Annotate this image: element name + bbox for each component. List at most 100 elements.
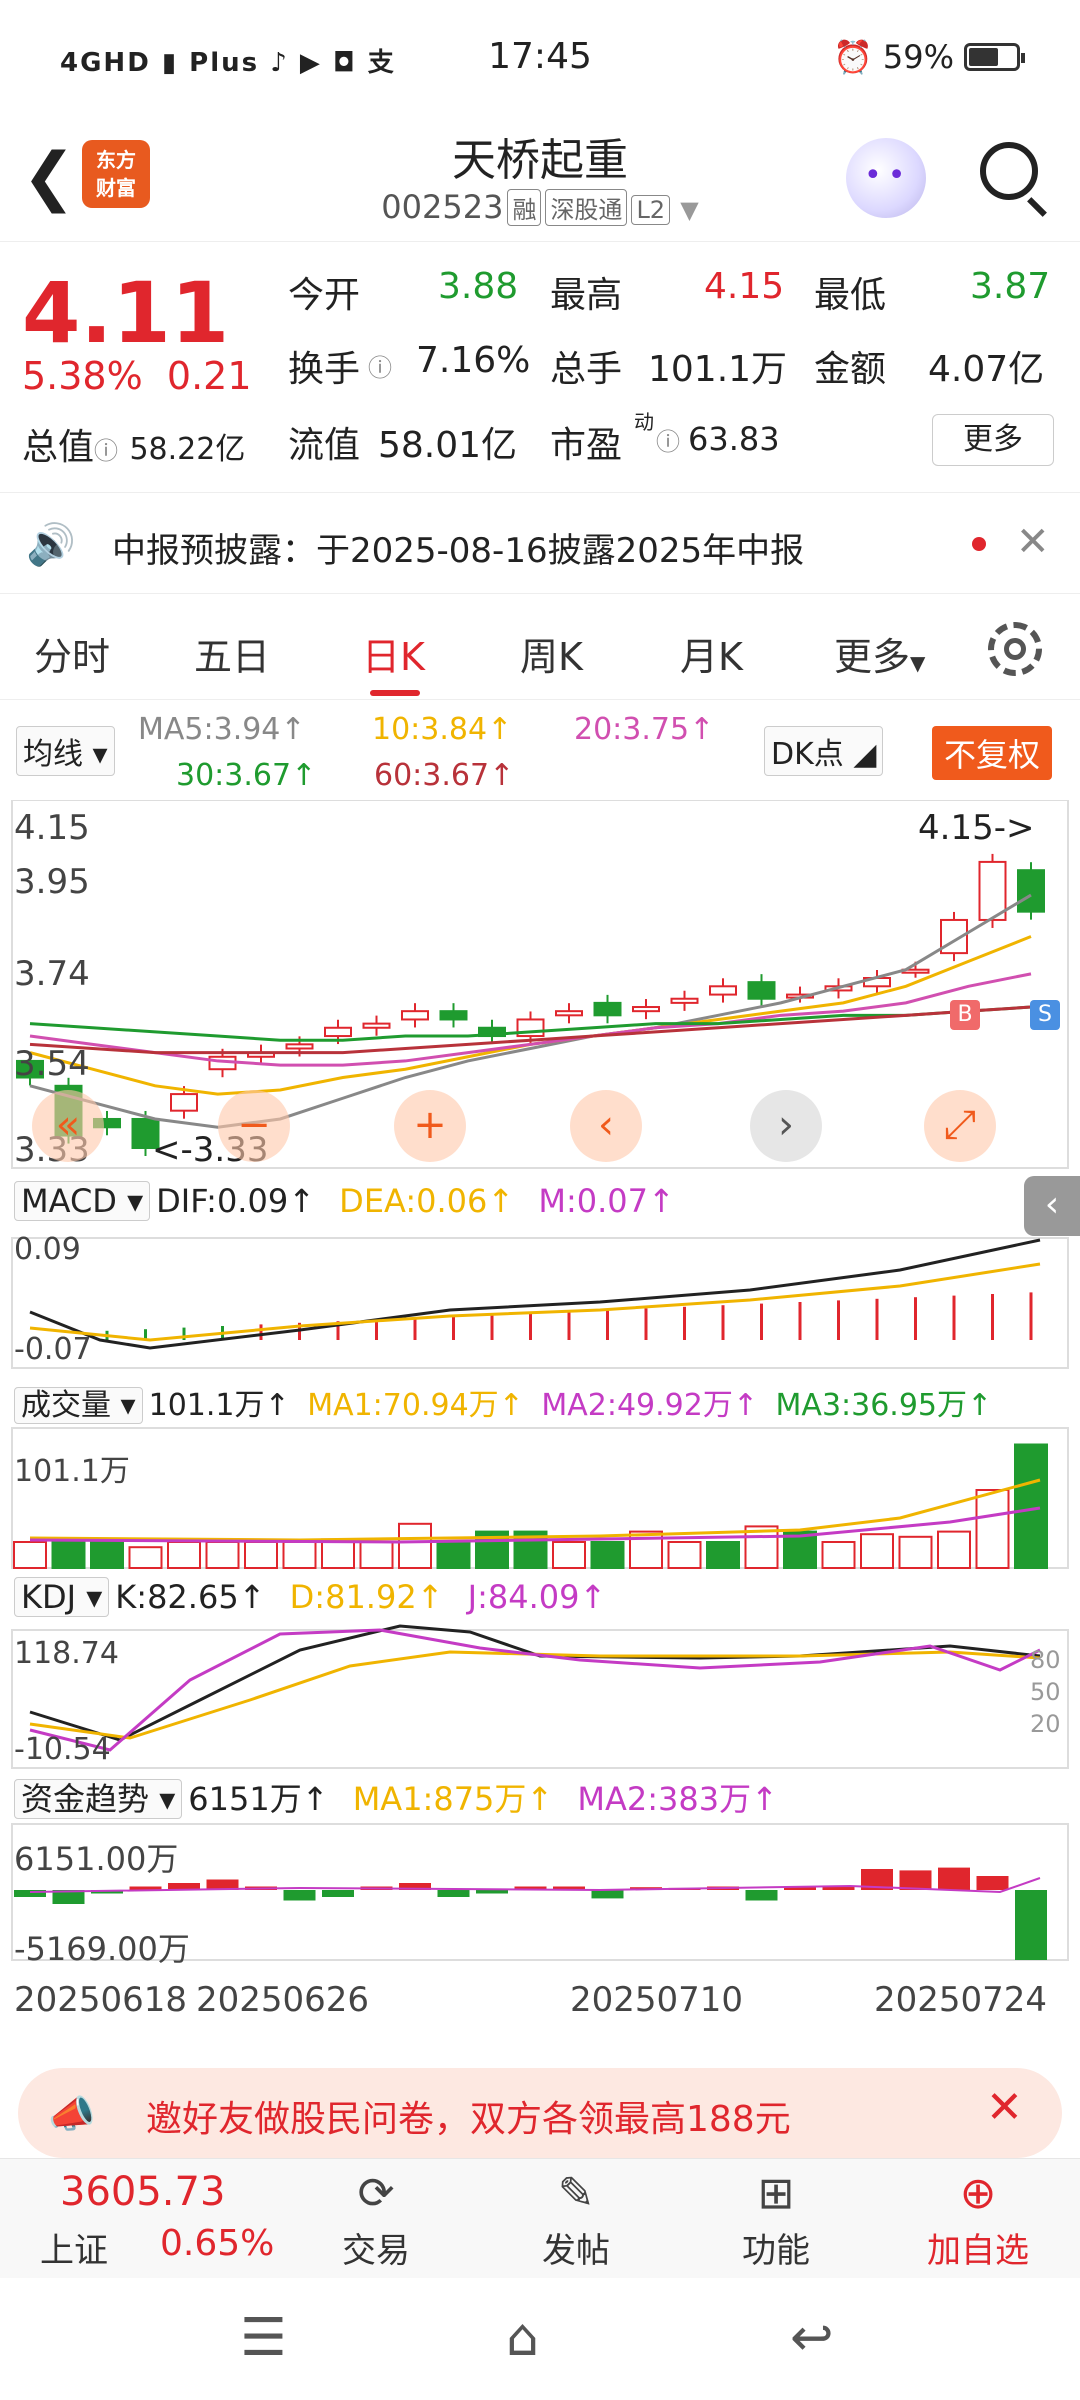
date-label-2: 20250626 — [196, 1980, 370, 2020]
close-icon[interactable]: ✕ — [986, 2082, 1023, 2133]
kdj-j-line — [29, 1628, 1041, 1752]
kdj-selector[interactable]: KDJ ▾ — [14, 1577, 110, 1617]
assistant-robot-icon[interactable] — [846, 138, 926, 218]
battery-percent: 59% — [882, 38, 954, 76]
nav-functions[interactable]: ⊞ 功能 — [716, 2165, 836, 2272]
tab-more[interactable]: 更多▼ — [834, 626, 925, 681]
speaker-icon: 🔊 — [26, 522, 76, 568]
promo-banner[interactable]: 📣 邀好友做股民问卷，双方各领最高188元 ✕ — [18, 2068, 1062, 2158]
chevron-right-icon[interactable]: › — [750, 1090, 822, 1162]
volume-bar — [898, 1535, 933, 1569]
zoom-out-icon[interactable]: − — [218, 1090, 290, 1162]
volume-legend: 成交量 ▾ 101.1万↑ MA1:70.94万↑ MA2:49.92万↑ MA3… — [14, 1380, 992, 1424]
tab-weekly-k[interactable]: 周K — [520, 626, 583, 681]
battery-icon — [964, 43, 1025, 71]
home-icon[interactable]: ⌂ — [506, 2308, 539, 2368]
volume-bar — [205, 1541, 240, 1569]
volume-bar — [937, 1530, 971, 1569]
sell-marker: S — [1030, 1000, 1060, 1030]
volume-bar — [398, 1522, 432, 1569]
quote-panel: 4.11 5.38% 0.21 总值ⓘ 58.22亿 今开 3.88 最高 4.… — [0, 242, 1080, 492]
kline-candle — [401, 1010, 429, 1021]
bottom-toolbar: 3605.73 上证 0.65% ⟳ 交易 ✎ 发帖 ⊞ 功能 ⊕ 加自选 — [0, 2158, 1080, 2278]
tag-l2: L2 — [631, 195, 671, 225]
stock-code: 002523 — [381, 188, 504, 226]
volume-bar — [706, 1541, 740, 1569]
volume-selector[interactable]: 成交量 ▾ — [14, 1387, 143, 1424]
volume-bar — [321, 1538, 355, 1570]
kline-candle — [747, 981, 776, 1000]
ma-selector[interactable]: 均线 ▾ — [16, 726, 115, 776]
nav-trade[interactable]: ⟳ 交易 — [316, 2165, 436, 2272]
chart-area[interactable]: 4.15 3.95 3.74 3.54 3.33 4.15-> <-3.33 B… — [0, 800, 1080, 2060]
active-tab-underline — [370, 690, 420, 696]
adjust-button[interactable]: 不复权 — [932, 726, 1053, 780]
macd-axis-top: 0.09 — [14, 1232, 81, 1267]
kdj-level-20: 20 — [1030, 1710, 1061, 1738]
ma-legend: 均线 ▾ MA5:3.94↑ 10:3.84↑ 20:3.75↑ 30:3.67… — [0, 704, 1080, 800]
fund-selector[interactable]: 资金趋势 ▾ — [14, 1779, 183, 1819]
close-icon[interactable]: ✕ — [1016, 519, 1050, 565]
fund-bar — [899, 1870, 932, 1890]
volume-bar — [821, 1541, 856, 1569]
kdj-level-50: 50 — [1030, 1678, 1061, 1706]
kline-candle — [1017, 869, 1045, 913]
plus-circle-icon: ⊕ — [959, 2168, 997, 2219]
search-icon[interactable] — [980, 142, 1038, 200]
amount-value: 4.07亿 — [928, 349, 1045, 390]
index-change: 0.65% — [160, 2223, 275, 2264]
high-value: 4.15 — [704, 266, 785, 307]
menu-icon[interactable]: ☰ — [240, 2308, 287, 2368]
unread-dot — [972, 537, 986, 551]
gear-icon[interactable] — [988, 622, 1042, 676]
nav-post[interactable]: ✎ 发帖 — [516, 2165, 636, 2272]
volume-bar — [436, 1541, 471, 1569]
date-label-4: 20250724 — [874, 1980, 1048, 2020]
kdj-level-80: 80 — [1030, 1646, 1061, 1674]
panel-collapse-tab[interactable]: ‹ — [1024, 1176, 1080, 1236]
megaphone-icon: 📣 — [48, 2092, 96, 2136]
chevron-left-icon[interactable]: ‹ — [570, 1090, 642, 1162]
fund-bar — [1015, 1890, 1047, 1960]
tab-monthly-k[interactable]: 月K — [680, 626, 743, 681]
tab-five-day[interactable]: 五日 — [194, 626, 270, 681]
macd-legend: MACD ▾ DIF:0.09↑ DEA:0.06↑ M:0.07↑ — [14, 1181, 675, 1221]
scroll-left-far-icon[interactable]: « — [32, 1090, 104, 1162]
kline-candle — [555, 1010, 583, 1017]
status-right: ⏰ 59% — [833, 38, 1025, 76]
total-value[interactable]: 总值ⓘ 58.22亿 — [22, 418, 245, 470]
price-change: 5.38% 0.21 — [22, 354, 252, 398]
tab-daily-k[interactable]: 日K — [362, 626, 425, 681]
low-value: 3.87 — [970, 266, 1051, 307]
open-value: 3.88 — [438, 266, 519, 307]
volume-bar — [90, 1541, 124, 1569]
volume-bar — [590, 1541, 625, 1569]
volume-bar — [244, 1541, 278, 1569]
dk-selector[interactable]: DK点 ◢ — [764, 726, 884, 776]
volume-bar — [13, 1541, 47, 1569]
back-nav-icon[interactable]: ↩ — [790, 2308, 834, 2368]
edit-icon: ✎ — [557, 2168, 595, 2219]
more-button[interactable]: 更多 — [932, 414, 1054, 466]
kline-candle — [593, 1001, 622, 1017]
fullscreen-icon[interactable]: ⤢ — [924, 1090, 996, 1162]
nav-add-watchlist[interactable]: ⊕ 加自选 — [918, 2165, 1038, 2272]
tag-margin: 融 — [507, 189, 542, 226]
fund-bar — [283, 1890, 316, 1901]
fund-bar — [437, 1890, 470, 1897]
status-bar: 4GHD ▮ Plus ♪ ▶ ◘ 支 17:45 ⏰ 59% — [0, 0, 1080, 120]
kline-candle — [285, 1043, 314, 1050]
float-value: 58.01亿 — [378, 425, 518, 466]
turnover-value: 7.16% — [416, 340, 531, 381]
kdj-axis-top: 118.74 — [14, 1636, 119, 1671]
index-value: 3605.73 — [60, 2169, 226, 2215]
tab-intraday[interactable]: 分时 — [34, 626, 110, 681]
macd-selector[interactable]: MACD ▾ — [14, 1181, 151, 1221]
notice-bar[interactable]: 🔊 中报预披露：于2025-08-16披露2025年中报 ✕ — [0, 492, 1080, 594]
zoom-in-icon[interactable]: + — [394, 1090, 466, 1162]
kdj-d-line — [29, 1650, 1041, 1740]
buy-marker: B — [950, 1000, 980, 1030]
ma10-label: 10:3.84↑ — [372, 712, 513, 747]
caret-down-icon: ▼ — [910, 651, 926, 675]
grid-icon: ⊞ — [757, 2168, 795, 2219]
